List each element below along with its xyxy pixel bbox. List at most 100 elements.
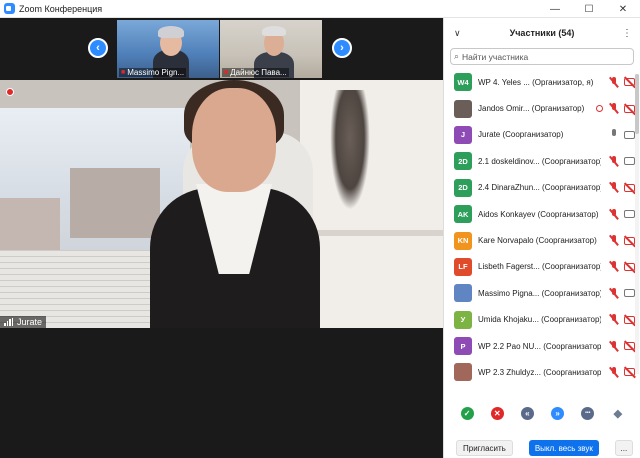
mic-off-icon: ■ <box>121 69 126 76</box>
participant-avatar: AK <box>454 205 472 224</box>
participant-row[interactable]: Jandos Omir... (Организатор) <box>444 95 640 121</box>
participant-avatar <box>454 284 472 303</box>
mic-muted-icon[interactable] <box>609 76 618 88</box>
participant-list: W4 WP 4. Yeles ... (Организатор, я) Jandos… <box>444 69 640 397</box>
mute-all-button[interactable]: Выкл. весь звук <box>528 440 599 456</box>
mic-muted-icon[interactable] <box>609 103 618 114</box>
participant-row[interactable]: LF Lisbeth Fagerst... (Соорганизатор) <box>444 254 640 280</box>
camera-icon <box>624 157 635 166</box>
participant-row[interactable]: 2D 2.1 doskeldinov... (Соорганизатор) <box>444 148 640 174</box>
mic-icon[interactable] <box>609 129 618 140</box>
participant-row[interactable]: 2D 2.4 DinaraZhun... (Соорганизатор) <box>444 175 640 201</box>
invite-button[interactable]: Пригласить <box>456 440 513 456</box>
thumbnail-name-label: ■ Дайнюс Пава... <box>222 68 289 77</box>
camera-icon <box>624 289 635 298</box>
thumbnail-video[interactable]: ■ Massimo Pign... <box>117 20 219 78</box>
search-placeholder: Найти участника <box>462 51 529 62</box>
participant-avatar: У <box>454 310 472 329</box>
camera-off-icon <box>624 104 635 113</box>
participant-row[interactable]: WP 2.3 Zhuldyz... (Соорганизатор) <box>444 359 640 385</box>
participant-row[interactable]: J Jurate (Соорганизатор) <box>444 122 640 148</box>
mic-muted-icon[interactable] <box>609 261 618 272</box>
participant-name: Lisbeth Fagerst... (Соорганизатор) <box>478 262 601 272</box>
background-shelf <box>310 230 443 236</box>
participant-row[interactable]: У Umida Khojaku... (Соорганизатор) <box>444 307 640 333</box>
background-plant <box>330 90 370 210</box>
participant-avatar: W4 <box>454 73 472 92</box>
participant-name: Jandos Omir... (Организатор) <box>478 104 585 114</box>
mic-muted-icon[interactable] <box>609 155 618 167</box>
background-wall <box>300 80 443 328</box>
camera-off-icon <box>624 236 635 245</box>
recording-icon <box>596 105 603 113</box>
participant-name: Aidos Konkayev (Соорганизатор) <box>478 209 599 219</box>
participant-avatar <box>454 99 472 118</box>
reaction-yes-icon[interactable]: ✓ <box>460 406 474 420</box>
collapse-panel-icon[interactable]: ∨ <box>454 28 461 39</box>
reaction-slower-icon[interactable]: « <box>520 406 534 420</box>
title-bar: Zoom Конференция — ☐ ✕ <box>0 0 640 18</box>
participant-avatar <box>454 363 472 382</box>
participant-avatar: 2D <box>454 152 472 171</box>
participant-row[interactable]: AK Aidos Konkayev (Соорганизатор) <box>444 201 640 227</box>
recording-indicator-icon <box>6 88 14 96</box>
participant-name: 2.4 DinaraZhun... (Соорганизатор) <box>478 183 601 193</box>
participants-panel: ∨ Участники (54) ⋮ ⌕ Найти участника W4 W… <box>443 18 640 458</box>
mic-muted-icon[interactable] <box>609 366 618 378</box>
mic-muted-icon[interactable] <box>609 340 618 352</box>
thumbnail-name-label: ■ Massimo Pign... <box>119 68 187 77</box>
participant-row[interactable]: P WP 2.2 Pao NU... (Соорганизатор) <box>444 333 640 359</box>
more-options-button[interactable]: ... <box>614 440 633 456</box>
speaker-face <box>192 88 276 192</box>
participant-avatar: P <box>454 337 472 356</box>
camera-off-icon <box>624 78 635 87</box>
maximize-button[interactable]: ☐ <box>572 0 606 18</box>
camera-icon <box>624 130 635 139</box>
panel-more-icon[interactable]: ⋮ <box>622 28 632 39</box>
participant-row[interactable]: KN Kare Norvapalo (Соорганизатор) <box>444 227 640 253</box>
camera-off-icon <box>624 183 635 192</box>
camera-off-icon <box>624 342 635 351</box>
mic-muted-icon[interactable] <box>609 235 618 246</box>
participant-name: Kare Norvapalo (Соорганизатор) <box>478 236 597 246</box>
participant-row[interactable]: W4 WP 4. Yeles ... (Организатор, я) <box>444 69 640 95</box>
participant-name: Massimo Pigna... (Соорганизатор) <box>478 288 601 298</box>
reaction-more-icon[interactable]: ••• <box>581 406 595 420</box>
close-button[interactable]: ✕ <box>606 0 640 18</box>
participant-avatar: 2D <box>454 178 472 197</box>
reaction-no-icon[interactable]: ✕ <box>490 406 504 420</box>
camera-icon <box>624 210 635 219</box>
participant-scrollbar[interactable] <box>635 74 639 374</box>
thumbnail-video[interactable]: ■ Дайнюс Пава... <box>220 20 322 78</box>
participant-name: Umida Khojaku... (Соорганизатор) <box>478 315 601 325</box>
active-speaker-video[interactable]: Jurate <box>0 80 443 328</box>
search-icon: ⌕ <box>454 51 460 61</box>
mic-muted-icon[interactable] <box>609 314 618 325</box>
reaction-faster-icon[interactable]: » <box>551 406 565 420</box>
participant-name: WP 2.2 Pao NU... (Соорганизатор) <box>478 341 601 351</box>
panel-title: Участники (54) <box>509 28 575 38</box>
minimize-button[interactable]: — <box>538 0 572 18</box>
signal-strength-icon <box>4 318 14 326</box>
participant-row[interactable]: Massimo Pigna... (Соорганизатор) <box>444 280 640 306</box>
zoom-logo-icon <box>4 3 15 14</box>
speaker-name-label: Jurate <box>0 316 47 328</box>
reaction-coffee-icon[interactable]: ◆ <box>611 407 624 420</box>
window-title: Zoom Конференция <box>19 3 103 14</box>
participant-name: 2.1 doskeldinov... (Соорганизатор) <box>478 156 601 166</box>
nonverbal-feedback-bar: ✓ ✕ « » ••• ◆ <box>444 403 640 423</box>
prev-page-button[interactable]: ‹ <box>88 38 108 58</box>
next-page-button[interactable]: › <box>332 38 352 58</box>
panel-footer: Пригласить Выкл. весь звук ... <box>444 438 640 458</box>
mic-muted-icon[interactable] <box>609 182 618 193</box>
thumbnail-strip: ‹ ■ Massimo Pign... ■ Дайнюс Пава... › <box>0 18 443 80</box>
participant-avatar: KN <box>454 231 472 250</box>
mic-muted-icon[interactable] <box>609 287 618 299</box>
camera-off-icon <box>624 262 635 271</box>
participant-name: WP 4. Yeles ... (Организатор, я) <box>478 77 594 87</box>
video-area: ‹ ■ Massimo Pign... ■ Дайнюс Пава... › J… <box>0 18 443 458</box>
camera-off-icon <box>624 315 635 324</box>
participant-avatar: J <box>454 125 472 144</box>
mic-muted-icon[interactable] <box>609 208 618 220</box>
search-field[interactable]: ⌕ Найти участника <box>450 48 634 65</box>
